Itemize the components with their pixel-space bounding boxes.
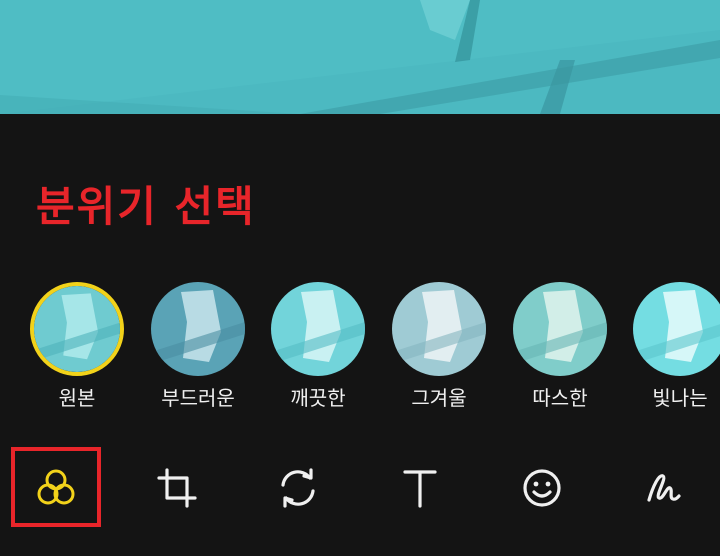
edit-toolbar	[0, 448, 720, 528]
tool-filter-button[interactable]	[16, 448, 96, 528]
draw-scribble-icon	[647, 474, 681, 502]
rotate-icon	[281, 468, 315, 508]
mood-filter-list: 원본 부드러운 깨끗한 그겨울 따스한 빛나는	[0, 282, 720, 422]
filter-item-clean[interactable]: 깨끗한	[268, 282, 368, 422]
photo-preview	[0, 0, 720, 114]
tool-sticker-button[interactable]	[502, 448, 582, 528]
filter-label: 그겨울	[411, 386, 467, 410]
filter-thumbnail	[633, 282, 720, 376]
annotation-title: 분위기 선택	[36, 182, 256, 231]
filter-circles-icon	[37, 469, 75, 505]
filter-thumbnail	[271, 282, 365, 376]
tool-rotate-button[interactable]	[258, 448, 338, 528]
filter-item-original[interactable]: 원본	[27, 282, 127, 422]
filter-label: 깨끗한	[290, 386, 346, 410]
tool-draw-button[interactable]	[623, 448, 703, 528]
tool-text-button[interactable]	[380, 448, 460, 528]
crop-icon	[157, 468, 197, 508]
tool-crop-button[interactable]	[137, 448, 217, 528]
sticker-smiley-icon	[523, 469, 561, 507]
filter-label: 빛나는	[652, 386, 708, 410]
filter-item-shining[interactable]: 빛나는	[630, 282, 720, 422]
filter-item-soft[interactable]: 부드러운	[148, 282, 248, 422]
filter-thumbnail	[30, 282, 124, 376]
filter-item-warm[interactable]: 따스한	[510, 282, 610, 422]
filter-thumbnail	[392, 282, 486, 376]
filter-thumbnail	[513, 282, 607, 376]
filter-label: 따스한	[532, 386, 588, 410]
text-icon	[403, 470, 437, 508]
filter-label: 부드러운	[161, 386, 235, 410]
filter-thumbnail	[151, 282, 245, 376]
filter-item-that-winter[interactable]: 그겨울	[389, 282, 489, 422]
filter-label: 원본	[58, 386, 96, 410]
